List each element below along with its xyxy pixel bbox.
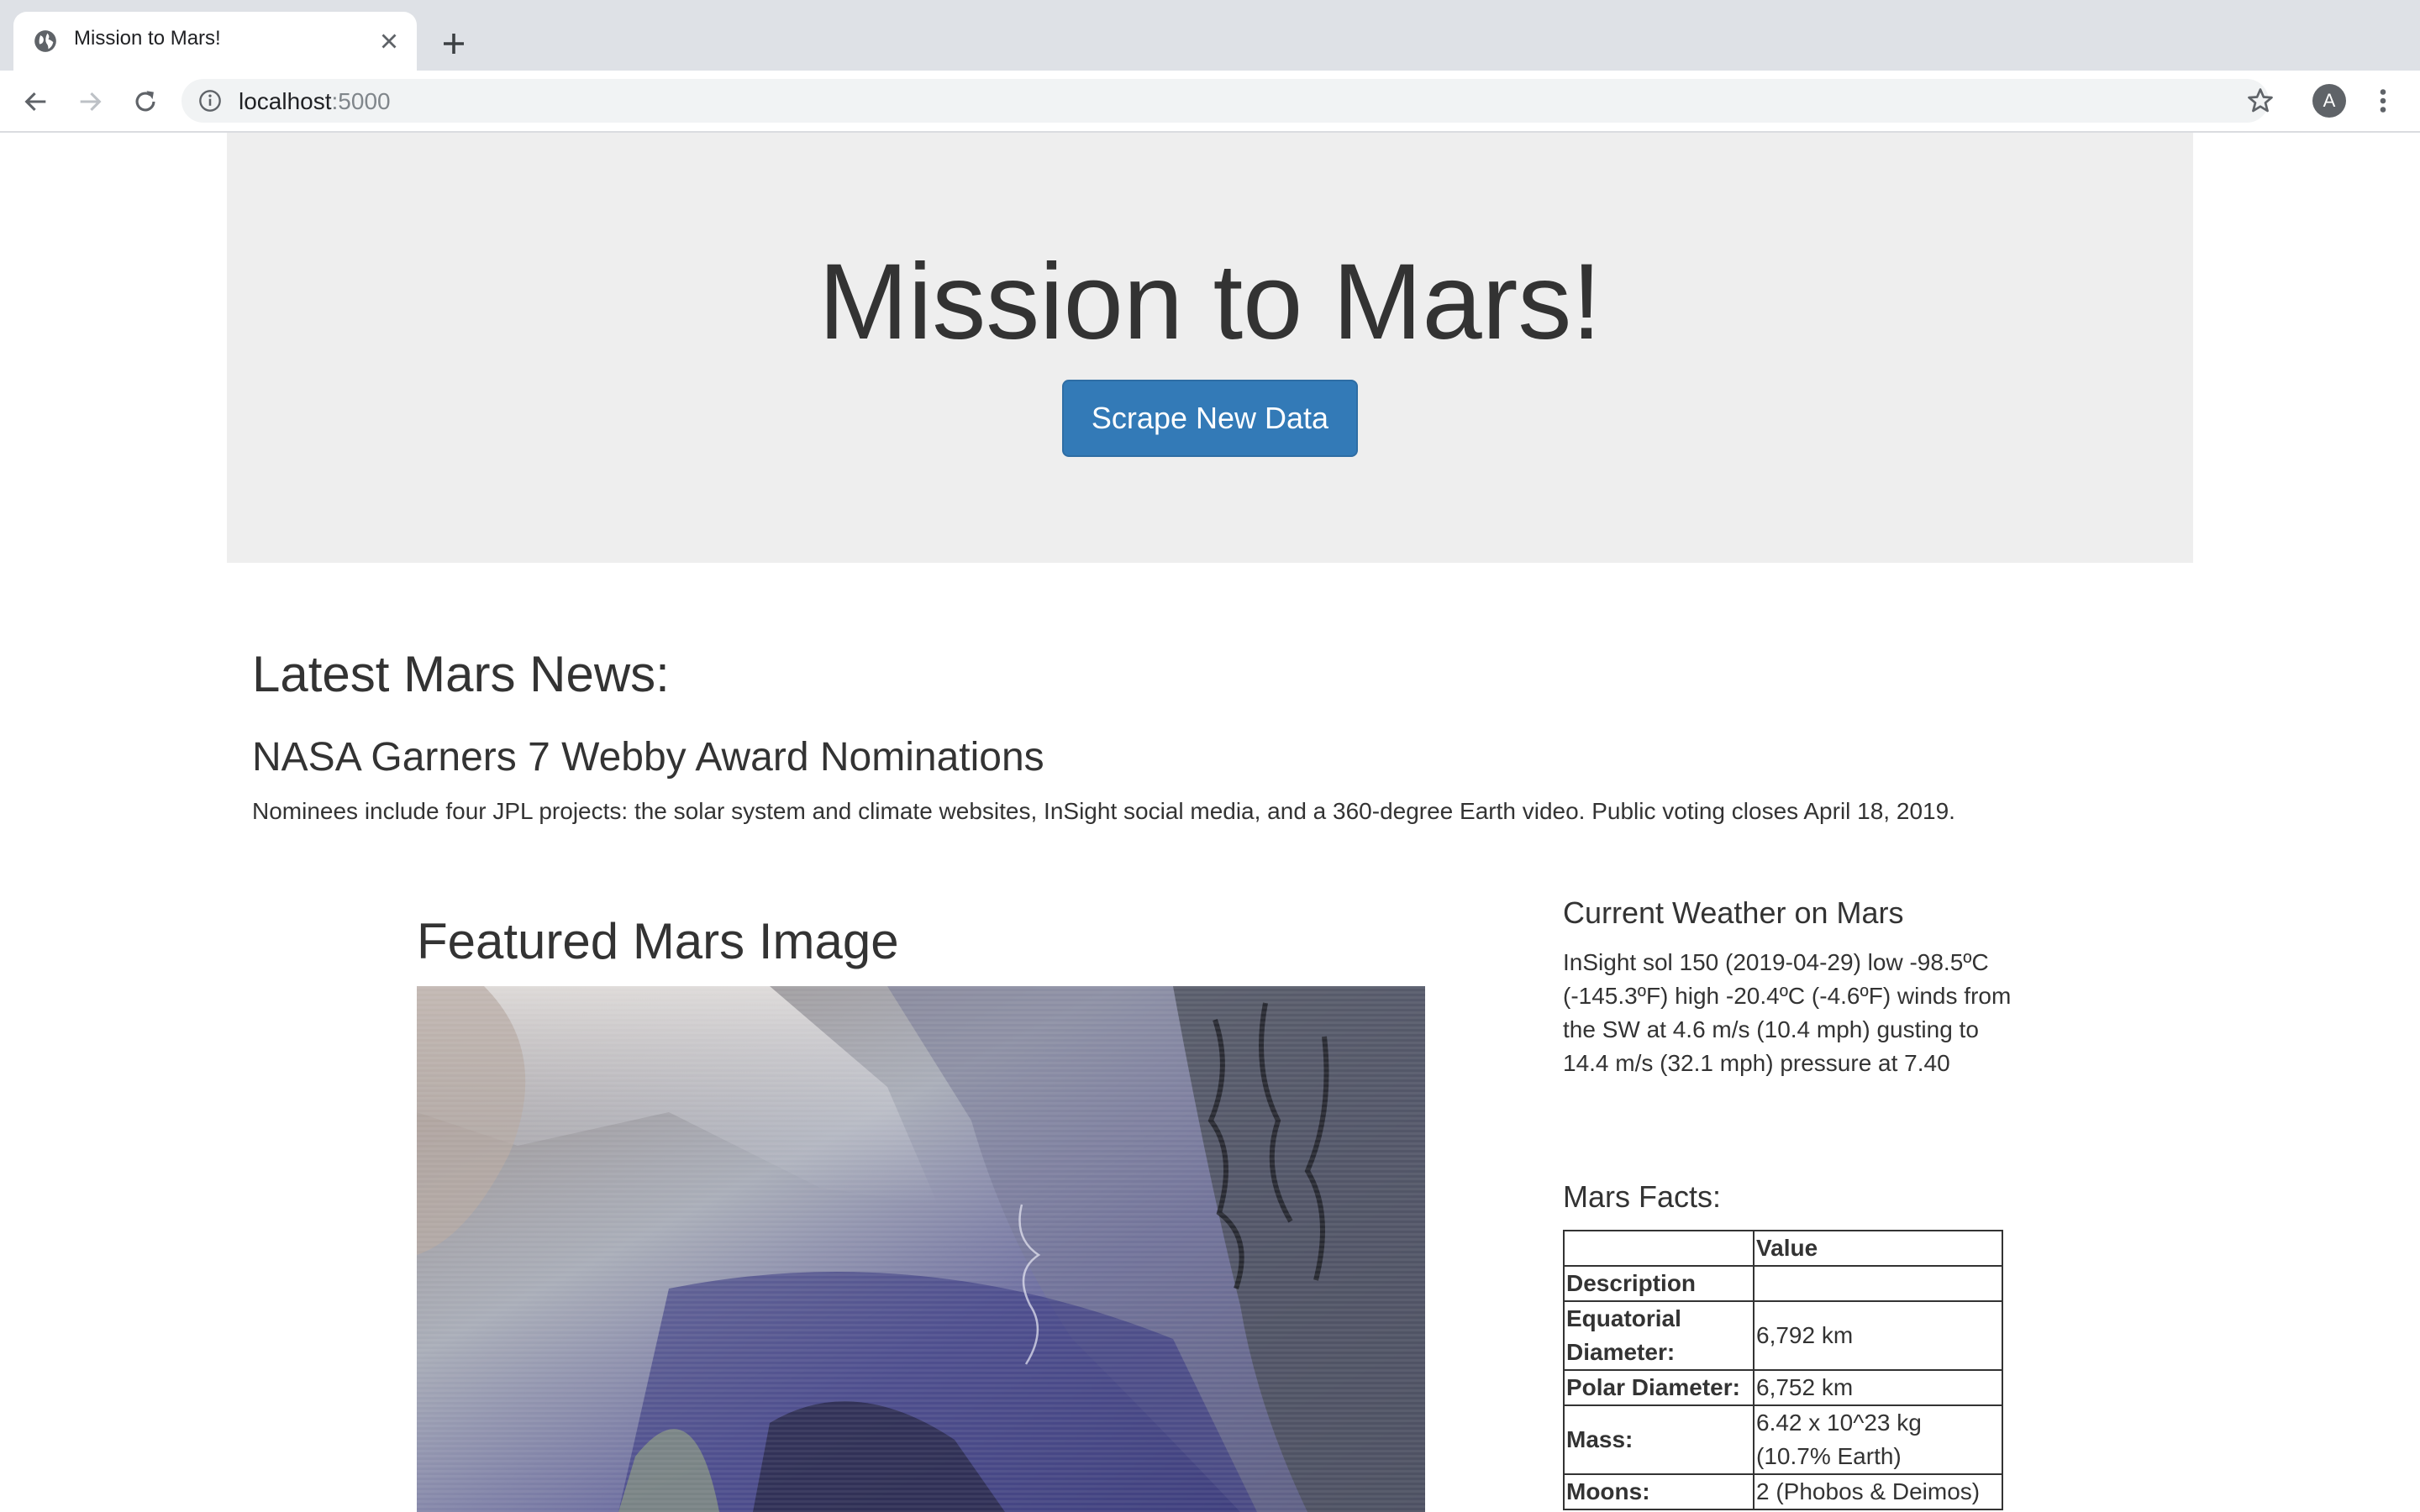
news-section-heading: Latest Mars News: <box>252 646 670 702</box>
facts-heading: Mars Facts: <box>1563 1179 1722 1214</box>
weather-heading: Current Weather on Mars <box>1563 895 1904 930</box>
featured-image-heading: Featured Mars Image <box>417 913 899 969</box>
mars-facts-table: Value Description Equatorial Diameter: 6… <box>1563 1230 2003 1510</box>
reload-icon[interactable] <box>131 87 160 116</box>
scrape-new-data-button[interactable]: Scrape New Data <box>1062 380 1358 457</box>
table-index-row: Description <box>1563 1265 2003 1302</box>
more-vert-icon[interactable] <box>2373 86 2393 116</box>
table-row: Polar Diameter: 6,752 km <box>1563 1369 2003 1406</box>
table-header-cell: Value <box>1753 1230 2003 1267</box>
table-header-row: Value <box>1563 1230 2003 1267</box>
fact-key: Moons: <box>1563 1473 1754 1510</box>
url-port: :5000 <box>331 88 391 114</box>
page-title: Mission to Mars! <box>818 242 1602 362</box>
fact-value: 6,752 km <box>1753 1369 2003 1406</box>
table-row: Moons: 2 (Phobos & Deimos) <box>1563 1473 2003 1510</box>
url-text[interactable]: localhost:5000 <box>239 88 391 115</box>
info-icon[interactable] <box>198 89 222 113</box>
fact-value: 6,792 km <box>1753 1300 2003 1371</box>
fact-key: Equatorial Diameter: <box>1563 1300 1754 1371</box>
news-title: NASA Garners 7 Webby Award Nominations <box>252 735 1044 780</box>
weather-text: InSight sol 150 (2019-04-29) low -98.5ºC… <box>1563 949 2012 1076</box>
table-header-cell <box>1563 1230 1754 1267</box>
fact-key: Mass: <box>1563 1404 1754 1475</box>
tab-strip: Mission to Mars! <box>0 0 2420 71</box>
forward-arrow-icon[interactable] <box>76 87 104 116</box>
profile-avatar[interactable]: A <box>2312 84 2346 118</box>
close-icon[interactable] <box>376 29 402 54</box>
new-tab-icon[interactable] <box>439 29 469 59</box>
bookmark-star-icon[interactable] <box>2245 86 2275 116</box>
back-arrow-icon[interactable] <box>22 87 50 116</box>
address-bar[interactable]: localhost:5000 <box>182 79 2269 123</box>
fact-key: Polar Diameter: <box>1563 1369 1754 1406</box>
jumbotron: Mission to Mars! Scrape New Data <box>227 133 2193 563</box>
browser-tab[interactable]: Mission to Mars! <box>13 12 417 71</box>
fact-value: 2 (Phobos & Deimos) <box>1753 1473 2003 1510</box>
featured-mars-image <box>417 986 1425 1512</box>
url-host: localhost <box>239 88 332 114</box>
globe-icon <box>34 30 56 52</box>
tab-title: Mission to Mars! <box>74 27 221 50</box>
table-row: Equatorial Diameter: 6,792 km <box>1563 1300 2003 1371</box>
browser-toolbar: localhost:5000 A <box>0 71 2420 133</box>
fact-value: 6.42 x 10^23 kg (10.7% Earth) <box>1753 1404 2003 1475</box>
news-paragraph: Nominees include four JPL projects: the … <box>252 798 1955 824</box>
table-index-empty <box>1753 1265 2003 1302</box>
table-row: Mass: 6.42 x 10^23 kg (10.7% Earth) <box>1563 1404 2003 1475</box>
table-index-label: Description <box>1563 1265 1754 1302</box>
